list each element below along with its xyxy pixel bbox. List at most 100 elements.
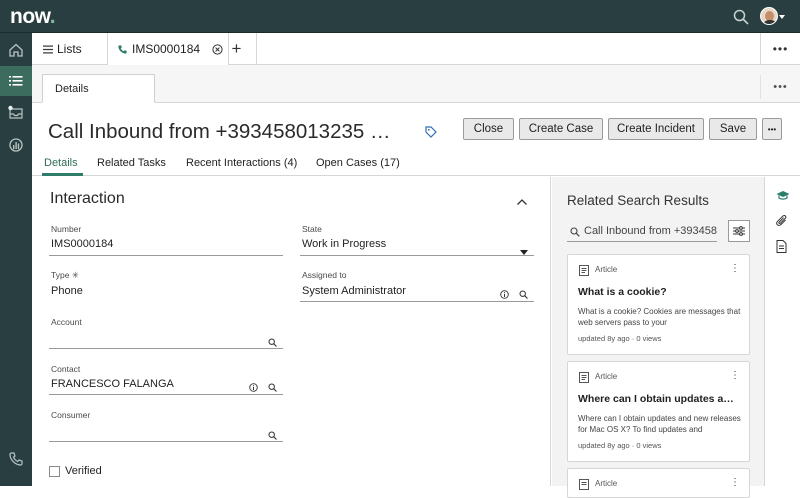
article-icon: [579, 372, 589, 383]
inbox-icon: [8, 105, 23, 119]
contact-label: Contact: [51, 364, 81, 374]
search-icon: [570, 227, 580, 237]
card-meta: updated 8y ago · 0 views: [578, 334, 662, 343]
caret-down-icon[interactable]: [779, 15, 785, 19]
account-underline: [49, 348, 283, 349]
nav-inbox-button[interactable]: [0, 98, 32, 128]
search-result-card[interactable]: Article ⋮ What is a cookie? What is a co…: [567, 254, 750, 355]
consumer-underline: [49, 441, 283, 442]
section-title: Interaction: [50, 190, 125, 207]
active-tab-indicator: [42, 173, 83, 176]
filter-settings-icon: [733, 226, 745, 236]
lookup-search-icon[interactable]: [268, 427, 277, 445]
state-label: State: [302, 224, 322, 234]
sub-tab-bar: Details •••: [32, 65, 800, 103]
more-icon: •••: [773, 81, 788, 93]
close-button[interactable]: Close: [463, 118, 514, 140]
collapse-chevron-icon[interactable]: [516, 193, 528, 211]
card-more-icon[interactable]: ⋮: [730, 477, 740, 488]
create-incident-button[interactable]: Create Incident: [608, 118, 704, 140]
state-underline: [300, 255, 534, 256]
phone-icon: [118, 44, 127, 54]
type-label: Type ✳: [51, 270, 79, 280]
servicenow-logo[interactable]: now.: [10, 5, 56, 29]
tag-icon[interactable]: [425, 125, 437, 143]
workspace-tab-bar: Lists IMS0000184 +: [32, 33, 800, 65]
tab-related-tasks[interactable]: Related Tasks: [97, 157, 166, 169]
interaction-form: Interaction Number IMS0000184 State Work…: [32, 177, 551, 486]
tab-record-ims0000184[interactable]: IMS0000184: [108, 33, 229, 65]
new-tab-button[interactable]: +: [217, 33, 257, 65]
tab-open-cases[interactable]: Open Cases (17): [316, 157, 400, 169]
knowledge-graduation-cap-icon[interactable]: [776, 188, 790, 206]
account-label: Account: [51, 317, 82, 327]
tab-details-main[interactable]: Details: [42, 74, 155, 103]
subbar-more-button[interactable]: •••: [760, 75, 800, 99]
card-title[interactable]: Where can I obtain updates a…: [578, 393, 744, 405]
card-description: Where can I obtain updates and new relea…: [578, 414, 741, 434]
details-tab-label: Details: [55, 82, 89, 95]
search-icon[interactable]: [732, 8, 750, 26]
card-title[interactable]: What is a cookie?: [578, 286, 744, 298]
card-meta: updated 8y ago · 0 views: [578, 441, 662, 450]
record-more-button[interactable]: •••: [762, 118, 782, 140]
more-icon: •••: [772, 42, 789, 56]
save-button[interactable]: Save: [709, 118, 757, 140]
plus-icon: +: [231, 39, 242, 58]
assigned-to-label: Assigned to: [302, 270, 347, 280]
tab-lists-label: Lists: [57, 42, 82, 56]
tab-details[interactable]: Details: [44, 157, 78, 169]
user-avatar[interactable]: [760, 7, 778, 25]
card-more-icon[interactable]: ⋮: [730, 370, 740, 381]
contextual-side-toolbar: [764, 177, 800, 486]
contact-underline: [49, 394, 283, 395]
nav-dashboards-button[interactable]: [0, 130, 32, 160]
related-search-value: Call Inbound from +393458: [584, 225, 717, 237]
document-icon[interactable]: [776, 240, 787, 258]
nav-home-button[interactable]: [0, 35, 32, 65]
search-filter-button[interactable]: [728, 220, 750, 242]
card-more-icon[interactable]: ⋮: [730, 263, 740, 274]
lookup-search-icon[interactable]: [268, 334, 277, 352]
top-header: now.: [0, 0, 800, 33]
contact-field[interactable]: FRANCESCO FALANGA: [51, 378, 174, 390]
tabs-more-button[interactable]: •••: [760, 33, 800, 65]
type-field[interactable]: Phone: [51, 285, 83, 297]
card-type-label: Article: [595, 265, 618, 274]
attachment-paperclip-icon[interactable]: [776, 214, 788, 232]
state-select[interactable]: Work in Progress: [302, 238, 386, 250]
record-title: Call Inbound from +393458013235 …: [48, 120, 391, 143]
card-description: What is a cookie? Cookies are messages t…: [578, 307, 741, 327]
dashboard-icon: [9, 138, 23, 152]
list-icon: [43, 45, 53, 53]
related-search-input[interactable]: Call Inbound from +393458: [567, 222, 717, 242]
logo-text: now: [10, 5, 50, 28]
tab-recent-interactions[interactable]: Recent Interactions (4): [186, 157, 297, 169]
number-underline: [49, 255, 283, 256]
consumer-label: Consumer: [51, 410, 91, 420]
logo-dot: .: [49, 5, 56, 28]
verified-label: Verified: [65, 465, 102, 477]
nav-phone-button[interactable]: [0, 444, 32, 474]
search-result-card[interactable]: Article ⋮: [567, 468, 750, 498]
tab-record-label: IMS0000184: [132, 42, 201, 56]
left-navigation: [0, 33, 32, 486]
nav-lists-button[interactable]: [0, 66, 32, 96]
phone-icon: [9, 452, 23, 466]
related-search-panel: Related Search Results Call Inbound from…: [552, 177, 764, 498]
assigned-to-field[interactable]: System Administrator: [302, 285, 406, 297]
related-search-title: Related Search Results: [567, 193, 709, 208]
number-field[interactable]: IMS0000184: [51, 238, 113, 250]
dropdown-caret-icon[interactable]: [520, 242, 528, 260]
assigned-to-underline: [300, 301, 534, 302]
tab-lists[interactable]: Lists: [32, 33, 108, 65]
verified-checkbox[interactable]: [49, 466, 60, 477]
create-case-button[interactable]: Create Case: [519, 118, 603, 140]
article-icon: [579, 265, 589, 276]
search-result-card[interactable]: Article ⋮ Where can I obtain updates a… …: [567, 361, 750, 462]
card-type-label: Article: [595, 479, 618, 488]
home-icon: [9, 43, 23, 57]
list-icon: [9, 76, 23, 86]
form-area: Interaction Number IMS0000184 State Work…: [32, 177, 551, 486]
article-icon: [579, 479, 589, 490]
